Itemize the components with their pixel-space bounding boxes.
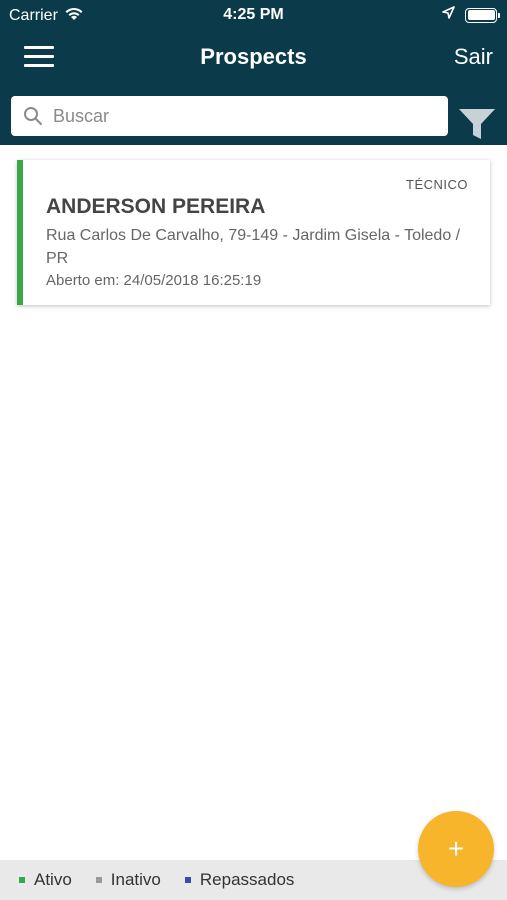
legend-color-repassados	[184, 877, 191, 883]
search-icon	[23, 106, 43, 126]
prospect-card[interactable]: TÉCNICO ANDERSON PEREIRA Rua Carlos De C…	[17, 160, 490, 305]
legend-label: Repassados	[199, 870, 295, 889]
legend-label: Ativo	[34, 870, 72, 889]
legend-label: Inativo	[110, 870, 161, 889]
status-bar: Carrier 4:25 PM	[0, 0, 507, 30]
legend-item-repassados: Repassados	[184, 870, 295, 890]
prospect-type-badge: TÉCNICO	[406, 177, 468, 192]
search-input[interactable]	[53, 105, 413, 127]
plus-icon: +	[447, 833, 465, 864]
search-box[interactable]	[11, 96, 448, 136]
location-arrow-icon	[442, 6, 455, 24]
legend-color-ativo	[19, 877, 25, 883]
legend-item-ativo: Ativo	[19, 870, 72, 890]
logout-button[interactable]: Sair	[454, 44, 493, 70]
legend-color-inativo	[95, 877, 102, 883]
page-title: Prospects	[200, 44, 307, 69]
battery-icon	[465, 7, 500, 23]
filter-icon[interactable]	[458, 108, 496, 145]
legend-item-inativo: Inativo	[95, 870, 161, 890]
status-time: 4:25 PM	[223, 6, 284, 23]
prospect-opened-date: Aberto em: 24/05/2018 16:25:19	[46, 272, 262, 289]
add-prospect-button[interactable]: +	[418, 811, 494, 887]
search-area	[0, 86, 507, 145]
navigation-bar: Prospects Sair	[0, 30, 507, 86]
prospect-name: ANDERSON PEREIRA	[46, 195, 266, 218]
prospect-address: Rua Carlos De Carvalho, 79-149 - Jardim …	[46, 227, 461, 267]
